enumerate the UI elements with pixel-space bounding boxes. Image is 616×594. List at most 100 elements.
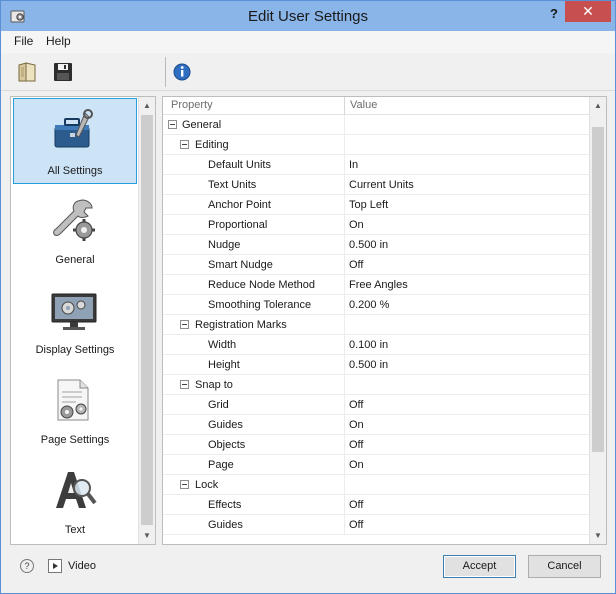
scroll-up-icon[interactable]: ▲ [590,97,606,114]
info-button[interactable] [170,59,196,85]
property-value[interactable]: Free Angles [349,279,408,291]
edit-user-settings-window: Edit User Settings ? ✕ File Help All Set… [0,0,616,594]
property-name: Proportional [208,219,268,231]
category-all-settings[interactable]: All Settings [13,98,137,184]
column-divider [344,195,345,215]
grid-group-row[interactable]: Registration Marks [163,315,590,335]
collapse-icon[interactable] [180,140,189,149]
grid-property-row[interactable]: Grid Off [163,395,590,415]
grid-property-row[interactable]: Objects Off [163,435,590,455]
grid-property-row[interactable]: Height 0.500 in [163,355,590,375]
property-value[interactable]: 0.200 % [349,299,389,311]
column-divider [344,455,345,475]
column-header-property[interactable]: Property [171,99,213,111]
info-icon [173,63,191,81]
category-label: Page Settings [40,434,110,446]
scroll-up-icon[interactable]: ▲ [139,97,155,114]
property-grid: Property Value General Editing Default Uni… [162,96,607,545]
property-value[interactable]: On [349,219,364,231]
scroll-down-icon[interactable]: ▼ [139,527,155,544]
help-icon[interactable]: ? [20,559,34,573]
category-page-settings[interactable]: Page Settings [13,368,137,454]
property-value[interactable]: On [349,419,364,431]
close-button[interactable]: ✕ [565,1,611,22]
grid-property-row[interactable]: Default Units In [163,155,590,175]
grid-property-row[interactable]: Anchor Point Top Left [163,195,590,215]
property-value[interactable]: On [349,459,364,471]
property-value[interactable]: Current Units [349,179,414,191]
scroll-thumb[interactable] [141,115,153,525]
title-bar[interactable]: Edit User Settings ? ✕ [1,1,615,31]
grid-property-row[interactable]: Reduce Node Method Free Angles [163,275,590,295]
scroll-thumb[interactable] [592,127,604,452]
grid-property-row[interactable]: Guides Off [163,515,590,535]
grid-property-row[interactable]: Effects Off [163,495,590,515]
grid-group-row[interactable]: Editing [163,135,590,155]
collapse-icon[interactable] [180,380,189,389]
property-value[interactable]: Off [349,259,363,271]
grid-group-row[interactable]: Lock [163,475,590,495]
grid-property-row[interactable]: Nudge 0.500 in [163,235,590,255]
collapse-icon[interactable] [168,120,177,129]
property-value[interactable]: Off [349,519,363,531]
toolbar [1,53,615,91]
property-name: Smart Nudge [208,259,273,271]
grid-property-row[interactable]: Smart Nudge Off [163,255,590,275]
column-divider [344,435,345,455]
grid-property-row[interactable]: Width 0.100 in [163,335,590,355]
video-link[interactable]: Video [68,560,96,572]
column-divider [344,415,345,435]
column-divider [344,395,345,415]
property-value[interactable]: Top Left [349,199,388,211]
save-button[interactable] [50,59,76,85]
text-magnifier-icon [56,472,97,508]
property-value[interactable]: 0.100 in [349,339,388,351]
column-header-value[interactable]: Value [350,99,377,111]
scroll-down-icon[interactable]: ▼ [590,527,606,544]
category-general[interactable]: General [13,188,137,274]
video-icon[interactable] [48,559,62,573]
menu-help[interactable]: Help [46,34,71,48]
grid-header: Property Value [163,97,606,115]
grid-property-row[interactable]: Text Units Current Units [163,175,590,195]
column-divider [344,355,345,375]
property-value[interactable]: Off [349,399,363,411]
column-divider [344,115,345,135]
column-divider [344,155,345,175]
open-folder-button[interactable] [15,59,41,85]
property-value[interactable]: 0.500 in [349,239,388,251]
category-scrollbar[interactable]: ▲ ▼ [138,97,155,544]
property-name: Editing [195,139,229,151]
column-divider[interactable] [344,97,345,115]
property-value[interactable]: In [349,159,358,171]
grid-property-row[interactable]: Proportional On [163,215,590,235]
category-text[interactable]: Text [13,458,137,544]
column-divider [344,235,345,255]
accept-button[interactable]: Accept [443,555,516,578]
grid-property-row[interactable]: Smoothing Tolerance 0.200 % [163,295,590,315]
property-value[interactable]: Off [349,439,363,451]
property-name: Width [208,339,237,351]
collapse-icon[interactable] [180,320,189,329]
grid-group-row[interactable]: General [163,115,590,135]
property-value[interactable]: 0.500 in [349,359,388,371]
collapse-icon[interactable] [180,480,189,489]
grid-scrollbar[interactable]: ▲ ▼ [589,97,606,544]
property-name: Page [208,459,234,471]
category-display-settings[interactable]: Display Settings [13,278,137,364]
property-value[interactable]: Off [349,499,363,511]
menu-file[interactable]: File [14,34,33,48]
page-gear-icon [57,379,89,421]
cancel-button[interactable]: Cancel [528,555,601,578]
column-divider [344,275,345,295]
grid-property-row[interactable]: Guides On [163,415,590,435]
column-divider [344,495,345,515]
property-name: General [182,119,222,131]
category-panel: All Settings General Display Settings Pa… [10,96,156,545]
title-help-button[interactable]: ? [547,5,561,23]
grid-property-row[interactable]: Page On [163,455,590,475]
category-label: General [55,254,95,266]
property-name: Anchor Point [208,199,271,211]
grid-group-row[interactable]: Snap to [163,375,590,395]
category-label: All Settings [47,165,103,177]
